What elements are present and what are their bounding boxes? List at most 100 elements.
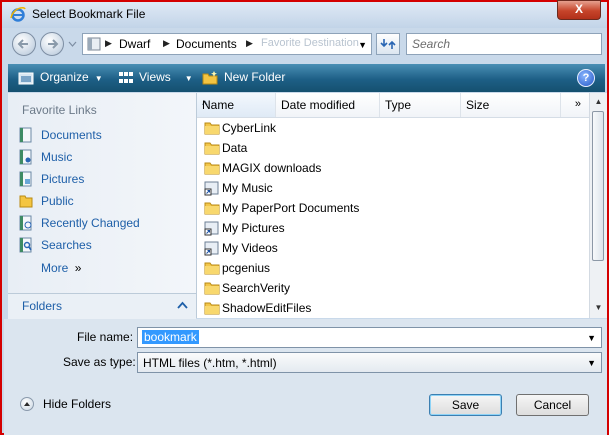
- window-title: Select Bookmark File: [32, 7, 146, 21]
- recent-pages-dropdown-icon[interactable]: [68, 40, 77, 48]
- file-name: CyberLink: [222, 121, 277, 135]
- breadcrumb-documents[interactable]: Documents: [176, 37, 237, 51]
- folders-toggle[interactable]: Folders: [8, 293, 196, 319]
- folders-label: Folders: [22, 299, 63, 313]
- nav-link-searches[interactable]: Searches: [18, 235, 188, 255]
- recently-changed-icon: [19, 215, 32, 231]
- shortcut-icon: [204, 241, 219, 256]
- views-label: Views: [139, 70, 171, 84]
- internet-explorer-icon: [10, 6, 26, 22]
- vertical-scrollbar[interactable]: ▲ ▼: [589, 93, 607, 318]
- file-name: My PaperPort Documents: [222, 201, 360, 215]
- organize-dropdown-icon: ▼: [94, 74, 103, 83]
- scroll-thumb[interactable]: [592, 111, 604, 261]
- file-row[interactable]: SearchVerity: [201, 278, 581, 298]
- cancel-button[interactable]: Cancel: [516, 394, 589, 416]
- organize-icon: [18, 72, 34, 85]
- more-columns-icon[interactable]: »: [575, 98, 581, 110]
- forward-arrow-icon: [48, 39, 59, 49]
- breadcrumb-separator-icon[interactable]: ▶: [105, 38, 112, 49]
- refresh-icon: [380, 39, 396, 49]
- more-label: More: [41, 261, 69, 275]
- file-row[interactable]: Data: [201, 138, 581, 158]
- views-dropdown-icon: ▼: [184, 74, 193, 83]
- hide-folders-label: Hide Folders: [43, 397, 112, 411]
- file-row[interactable]: My Pictures: [201, 218, 581, 238]
- favorite-links-header: Favorite Links: [22, 103, 97, 117]
- folder-icon: [204, 162, 220, 175]
- save-as-type-dropdown-icon[interactable]: ▼: [587, 358, 596, 368]
- breadcrumb-separator-icon[interactable]: ▶: [246, 38, 253, 49]
- close-button[interactable]: X: [557, 0, 601, 20]
- documents-icon: [19, 127, 32, 143]
- address-ghost-text: Favorite Destination: [261, 37, 359, 49]
- shortcut-icon: [204, 181, 219, 196]
- file-row[interactable]: ShadowEditFiles: [201, 298, 581, 318]
- address-bar[interactable]: ▶ Dwarf ▶ Documents ▶ Favorite Destinati…: [82, 33, 372, 55]
- organize-menu[interactable]: Organize ▼: [40, 70, 103, 84]
- save-dialog: Select Bookmark File X ▶ Dwarf ▶ Documen…: [0, 0, 609, 435]
- column-name[interactable]: ^ Name: [197, 93, 276, 117]
- back-arrow-icon: [17, 39, 28, 49]
- file-list: ^ Name Date modified Type Size » CyberLi…: [197, 93, 589, 318]
- save-button[interactable]: Save: [429, 394, 502, 416]
- command-bar: Organize ▼ Views ▼ New Folder ?: [8, 64, 605, 92]
- nav-link-public[interactable]: Public: [18, 191, 188, 211]
- save-as-type-label: Save as type:: [63, 355, 136, 369]
- new-folder-button[interactable]: New Folder: [224, 70, 285, 84]
- file-row[interactable]: pcgenius: [201, 258, 581, 278]
- address-dropdown-icon[interactable]: ▼: [358, 40, 367, 50]
- public-icon: [19, 195, 33, 208]
- file-name: ShadowEditFiles: [222, 301, 312, 315]
- file-name-input[interactable]: bookmark ▼: [137, 327, 602, 348]
- refresh-button[interactable]: [376, 33, 400, 55]
- file-name-label: File name:: [77, 330, 134, 344]
- shortcut-icon: [204, 221, 219, 236]
- chevron-up-icon: [177, 301, 188, 309]
- file-row[interactable]: My Music: [201, 178, 581, 198]
- folder-location-icon: [87, 37, 101, 51]
- file-row[interactable]: MAGIX downloads: [201, 158, 581, 178]
- nav-link-recently-changed[interactable]: Recently Changed: [18, 213, 188, 233]
- double-chevron-icon: »: [74, 261, 82, 275]
- pictures-icon: [19, 171, 32, 187]
- help-icon[interactable]: ?: [577, 69, 595, 87]
- file-name: My Music: [222, 181, 273, 195]
- folder-icon: [204, 142, 220, 155]
- folder-icon: [204, 282, 220, 295]
- breadcrumb-separator-icon[interactable]: ▶: [163, 38, 170, 49]
- folder-icon: [204, 262, 220, 275]
- scroll-up-icon[interactable]: ▲: [591, 94, 606, 110]
- folder-icon: [204, 302, 220, 315]
- file-name-dropdown-icon[interactable]: ▼: [587, 333, 596, 343]
- views-menu[interactable]: Views ▼: [139, 70, 193, 84]
- column-header: ^ Name Date modified Type Size »: [197, 93, 589, 118]
- nav-link-music[interactable]: Music: [18, 147, 188, 167]
- breadcrumb-dwarf[interactable]: Dwarf: [119, 37, 150, 51]
- forward-button[interactable]: [40, 32, 64, 56]
- search-input[interactable]: Search: [406, 33, 602, 55]
- file-row[interactable]: My PaperPort Documents: [201, 198, 581, 218]
- file-row[interactable]: CyberLink: [201, 118, 581, 138]
- file-name: My Pictures: [222, 221, 285, 235]
- file-name: pcgenius: [222, 261, 271, 275]
- collapse-arrow-icon: [20, 397, 34, 411]
- nav-link-pictures[interactable]: Pictures: [18, 169, 188, 189]
- file-row[interactable]: My Videos: [201, 238, 581, 258]
- scroll-down-icon[interactable]: ▼: [591, 300, 606, 316]
- nav-link-documents[interactable]: Documents: [18, 125, 188, 145]
- more-links-button[interactable]: More »: [41, 261, 81, 275]
- file-name: My Videos: [222, 241, 278, 255]
- organize-label: Organize: [40, 70, 89, 84]
- searches-icon: [19, 237, 32, 253]
- file-name-value: bookmark: [142, 330, 199, 344]
- back-button[interactable]: [12, 32, 36, 56]
- file-name: SearchVerity: [222, 281, 291, 295]
- column-date-modified[interactable]: Date modified: [276, 93, 380, 117]
- views-icon: [119, 72, 133, 83]
- column-size[interactable]: Size: [461, 93, 561, 117]
- save-options-panel: File name: bookmark ▼ Save as type: HTML…: [4, 319, 607, 435]
- navigation-pane: Favorite Links Documents Music Pictures …: [8, 93, 197, 319]
- column-type[interactable]: Type: [380, 93, 461, 117]
- save-as-type-select[interactable]: HTML files (*.htm, *.html) ▼: [137, 352, 602, 373]
